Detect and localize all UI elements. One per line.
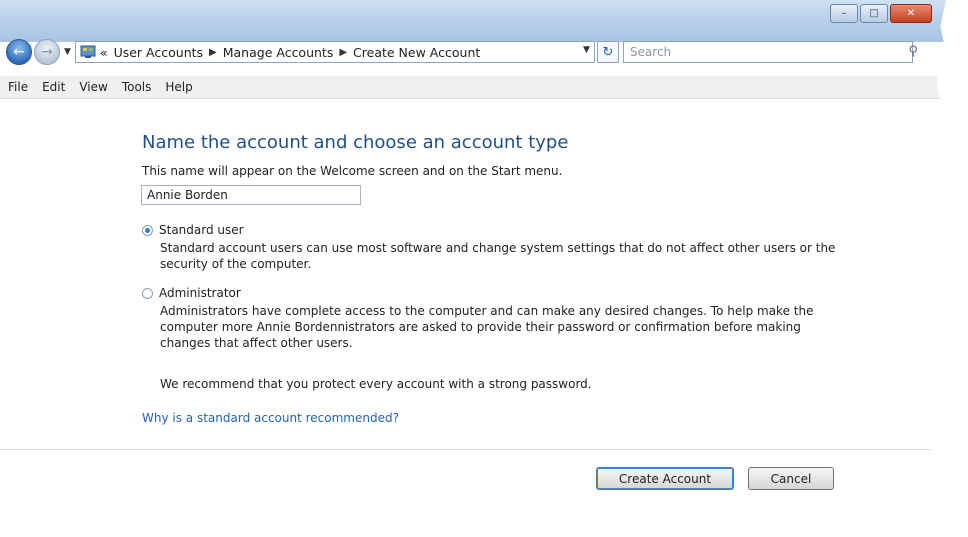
- standard-user-option[interactable]: Standard user: [142, 223, 244, 237]
- administrator-option[interactable]: Administrator: [142, 286, 241, 300]
- breadcrumb-overflow[interactable]: «: [100, 45, 108, 60]
- refresh-icon[interactable]: ↻: [596, 41, 619, 63]
- menu-edit[interactable]: Edit: [42, 80, 65, 94]
- search-icon[interactable]: ⚲: [908, 44, 918, 59]
- standard-user-label[interactable]: Standard user: [159, 223, 244, 237]
- menu-bar: File Edit View Tools Help: [0, 76, 946, 99]
- breadcrumb-create-new-account[interactable]: Create New Account: [353, 45, 480, 60]
- account-name-value: Annie Borden: [147, 188, 228, 202]
- close-icon[interactable]: ✕: [890, 4, 932, 23]
- recent-pages-dropdown-icon[interactable]: ▼: [64, 47, 71, 57]
- dialog-footer: Create Account Cancel: [0, 449, 946, 526]
- address-dropdown-icon[interactable]: ▼: [583, 45, 590, 55]
- search-placeholder: Search: [629, 45, 672, 59]
- main-content: Name the account and choose an account t…: [0, 99, 946, 439]
- minimize-icon[interactable]: –: [830, 4, 858, 23]
- menu-file[interactable]: File: [8, 80, 28, 94]
- menu-tools[interactable]: Tools: [122, 80, 152, 94]
- back-arrow-icon[interactable]: ←: [6, 39, 32, 65]
- caption-buttons: – □ ✕: [830, 4, 932, 23]
- control-panel-icon: [80, 45, 96, 58]
- page-title: Name the account and choose an account t…: [142, 132, 569, 153]
- breadcrumb-manage-accounts[interactable]: Manage Accounts: [223, 45, 334, 60]
- maximize-icon[interactable]: □: [860, 4, 888, 23]
- password-recommendation: We recommend that you protect every acco…: [160, 377, 592, 391]
- menu-view[interactable]: View: [79, 80, 107, 94]
- administrator-radio[interactable]: [142, 287, 153, 299]
- breadcrumb-separator-icon[interactable]: ▶: [209, 47, 217, 58]
- menu-help[interactable]: Help: [165, 80, 192, 94]
- breadcrumb-user-accounts[interactable]: User Accounts: [114, 45, 203, 60]
- title-bar: – □ ✕: [0, 0, 946, 42]
- administrator-label[interactable]: Administrator: [159, 286, 241, 300]
- create-account-button[interactable]: Create Account: [596, 467, 734, 490]
- navigation-bar: ← → ▼ « User Accounts ▶ Manage Accounts …: [6, 38, 946, 66]
- forward-arrow-icon[interactable]: →: [34, 39, 60, 65]
- administrator-description: Administrators have complete access to t…: [160, 304, 814, 350]
- cancel-button[interactable]: Cancel: [748, 467, 834, 490]
- standard-user-radio[interactable]: [142, 224, 153, 236]
- address-bar[interactable]: « User Accounts ▶ Manage Accounts ▶ Crea…: [74, 41, 595, 63]
- breadcrumb-separator-icon[interactable]: ▶: [339, 47, 347, 58]
- create-account-window: – □ ✕ ← → ▼ « User Accounts ▶ Manage Acc…: [0, 0, 946, 526]
- standard-account-help-link[interactable]: Why is a standard account recommended?: [142, 411, 399, 425]
- standard-user-description: Standard account users can use most soft…: [160, 241, 836, 271]
- search-input[interactable]: Search ⚲: [622, 41, 918, 63]
- account-name-input[interactable]: Annie Borden: [141, 185, 361, 205]
- account-name-prompt: This name will appear on the Welcome scr…: [142, 164, 563, 178]
